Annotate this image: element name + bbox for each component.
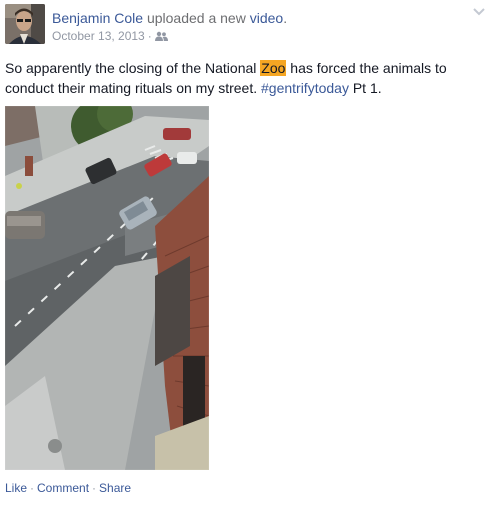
action-separator: ·: [92, 481, 97, 495]
message-text-start: So apparently the closing of the Nationa…: [5, 60, 261, 76]
post-header: Benjamin Cole uploaded a new video.: [52, 9, 287, 27]
action-separator: ·: [30, 481, 35, 495]
share-link[interactable]: Share: [99, 481, 131, 495]
message-text-end: Pt 1.: [348, 80, 382, 96]
comment-link[interactable]: Comment: [37, 481, 89, 495]
avatar-image: [5, 4, 45, 44]
meta-separator: ·: [147, 29, 152, 43]
hashtag-link[interactable]: #gentrifytoday: [261, 80, 349, 96]
post-meta: October 13, 2013 ·: [52, 29, 168, 43]
post-actions: Like · Comment · Share: [5, 481, 131, 495]
action-text: uploaded a new: [146, 10, 246, 26]
action-suffix: .: [283, 10, 288, 26]
feed-post: Benjamin Cole uploaded a new video. Octo…: [0, 0, 499, 505]
author-name-link[interactable]: Benjamin Cole: [52, 10, 143, 26]
avatar[interactable]: [5, 4, 45, 44]
post-message: So apparently the closing of the Nationa…: [5, 58, 475, 98]
street-video-thumbnail: [5, 106, 209, 470]
video-link[interactable]: video: [250, 10, 283, 26]
search-highlight: Zoo: [260, 60, 287, 76]
like-link[interactable]: Like: [5, 481, 27, 495]
video-player[interactable]: [5, 106, 209, 470]
chevron-down-icon[interactable]: [472, 7, 486, 17]
timestamp-link[interactable]: October 13, 2013: [52, 29, 145, 43]
friends-icon[interactable]: [154, 31, 168, 41]
